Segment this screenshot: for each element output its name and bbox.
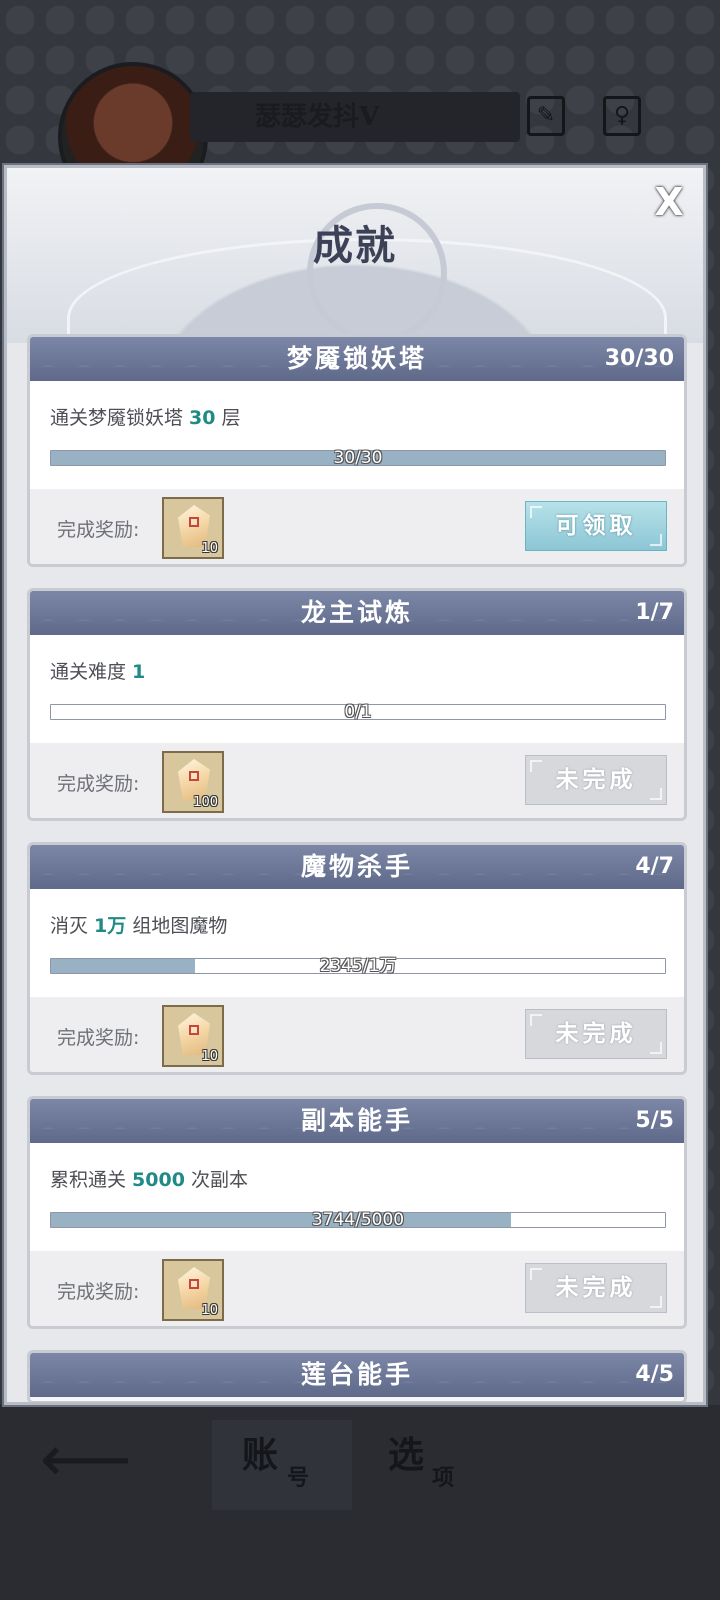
desc-prefix: 累积通关 [50, 1169, 133, 1191]
progress-bar: 2345/1万 [50, 956, 666, 976]
incomplete-button[interactable]: 未完成 [525, 1009, 667, 1059]
achievement-card: 副本能手 5/5 累积通关 5000 次副本 3744/5000 完成奖励: 1… [27, 1096, 687, 1329]
tab-account-sub: 号 [287, 1465, 310, 1491]
desc-value: 1 [132, 661, 146, 683]
card-count: 1/7 [635, 600, 674, 625]
progress-bar: 3744/5000 [50, 1210, 666, 1230]
card-title: 莲台能手 [300, 1360, 413, 1389]
card-count: 5/5 [635, 1108, 674, 1133]
desc-value: 30 [189, 407, 216, 429]
reward-label: 完成奖励: [57, 773, 140, 795]
female-icon[interactable]: ♀ [603, 96, 641, 136]
incomplete-button[interactable]: 未完成 [525, 755, 667, 805]
card-count: 30/30 [604, 346, 674, 371]
button-label: 未完成 [555, 1274, 637, 1301]
reward-item[interactable]: 100 [162, 751, 224, 813]
reward-label: 完成奖励: [57, 1281, 140, 1303]
desc-prefix: 通关梦魇锁妖塔 [50, 407, 190, 429]
card-description: 通关难度 1 [50, 657, 145, 684]
reward-quantity: 10 [201, 1303, 218, 1318]
card-body: 累积通关 5000 次副本 3744/5000 [30, 1143, 684, 1251]
card-title: 龙主试炼 [300, 598, 413, 627]
achievement-card: 莲台能手 4/5 [27, 1350, 687, 1402]
corner-ornament [650, 534, 662, 546]
tab-account[interactable]: 账 号 [212, 1420, 352, 1510]
desc-prefix: 消灭 [50, 915, 95, 937]
crystal-seal-icon [189, 771, 199, 781]
reward-item[interactable]: 10 [162, 1005, 224, 1067]
incomplete-button[interactable]: 未完成 [525, 1263, 667, 1313]
close-icon[interactable]: X [649, 182, 689, 222]
button-label: 未完成 [555, 1020, 637, 1047]
desc-suffix: 次副本 [184, 1169, 248, 1191]
card-footer: 完成奖励: 10 未完成 [30, 997, 684, 1072]
card-body: 消灭 1万 组地图魔物 2345/1万 [30, 889, 684, 997]
corner-ornament [530, 1268, 542, 1280]
desc-suffix: 层 [215, 407, 241, 429]
reward-quantity: 100 [193, 795, 218, 810]
card-description: 通关梦魇锁妖塔 30 层 [50, 403, 241, 430]
card-description: 累积通关 5000 次副本 [50, 1165, 248, 1192]
card-description: 消灭 1万 组地图魔物 [50, 911, 227, 938]
card-title: 副本能手 [300, 1106, 413, 1135]
button-label: 可领取 [555, 512, 637, 539]
card-header: 副本能手 5/5 [30, 1099, 684, 1143]
desc-value: 1万 [94, 915, 127, 937]
progress-text: 3744/5000 [311, 1210, 405, 1230]
card-footer: 完成奖励: 10 未完成 [30, 1251, 684, 1326]
claim-button[interactable]: 可领取 [525, 501, 667, 551]
achievement-card: 魔物杀手 4/7 消灭 1万 组地图魔物 2345/1万 完成奖励: 10 未完… [27, 842, 687, 1075]
tab-options-sub: 项 [432, 1465, 455, 1491]
modal-header: 成就 X [7, 168, 703, 398]
card-header: 魔物杀手 4/7 [30, 845, 684, 889]
modal-title: 成就 [313, 222, 397, 269]
achievement-card: 龙主试炼 1/7 通关难度 1 0/1 完成奖励: 100 未完成 [27, 588, 687, 821]
corner-ornament [530, 506, 542, 518]
crystal-seal-icon [189, 1279, 199, 1289]
corner-ornament [650, 1042, 662, 1054]
corner-ornament [530, 1014, 542, 1026]
reward-item[interactable]: 10 [162, 497, 224, 559]
reward-quantity: 10 [201, 541, 218, 556]
card-footer: 完成奖励: 10 可领取 [30, 489, 684, 564]
card-footer: 完成奖励: 100 未完成 [30, 743, 684, 818]
card-title: 梦魇锁妖塔 [286, 344, 427, 373]
progress-text: 30/30 [333, 448, 383, 468]
achievement-modal: 成就 X 梦魇锁妖塔 30/30 通关梦魇锁妖塔 30 层 30/30 完成奖励… [4, 165, 706, 1405]
card-header: 莲台能手 4/5 [30, 1353, 684, 1397]
progress-text: 2345/1万 [319, 956, 397, 976]
card-count: 4/5 [635, 1362, 674, 1387]
desc-suffix: 组地图魔物 [126, 915, 228, 937]
tab-options[interactable]: 选 项 [360, 1420, 500, 1510]
reward-quantity: 10 [201, 1049, 218, 1064]
reward-label: 完成奖励: [57, 1027, 140, 1049]
reward-item[interactable]: 10 [162, 1259, 224, 1321]
card-header: 龙主试炼 1/7 [30, 591, 684, 635]
brush-icon[interactable]: ✎ [527, 96, 565, 136]
crystal-seal-icon [189, 1025, 199, 1035]
desc-value: 5000 [132, 1169, 185, 1191]
progress-bar: 30/30 [50, 448, 666, 468]
tab-account-main: 账 [242, 1434, 279, 1476]
crystal-seal-icon [189, 517, 199, 527]
card-count: 4/7 [635, 854, 674, 879]
card-body: 通关难度 1 0/1 [30, 635, 684, 743]
card-header: 梦魇锁妖塔 30/30 [30, 337, 684, 381]
corner-ornament [650, 788, 662, 800]
desc-prefix: 通关难度 [50, 661, 133, 683]
progress-text: 0/1 [344, 702, 372, 722]
progress-bar: 0/1 [50, 702, 666, 722]
button-label: 未完成 [555, 766, 637, 793]
back-arrow-icon[interactable]: ⟵ [40, 1428, 132, 1492]
card-title: 魔物杀手 [300, 852, 413, 881]
corner-ornament [650, 1296, 662, 1308]
card-body: 通关梦魇锁妖塔 30 层 30/30 [30, 381, 684, 489]
tab-options-main: 选 [388, 1434, 425, 1476]
player-name: 瑟瑟发抖V [255, 102, 380, 132]
corner-ornament [530, 760, 542, 772]
reward-label: 完成奖励: [57, 519, 140, 541]
achievement-card: 梦魇锁妖塔 30/30 通关梦魇锁妖塔 30 层 30/30 完成奖励: 10 [27, 334, 687, 567]
